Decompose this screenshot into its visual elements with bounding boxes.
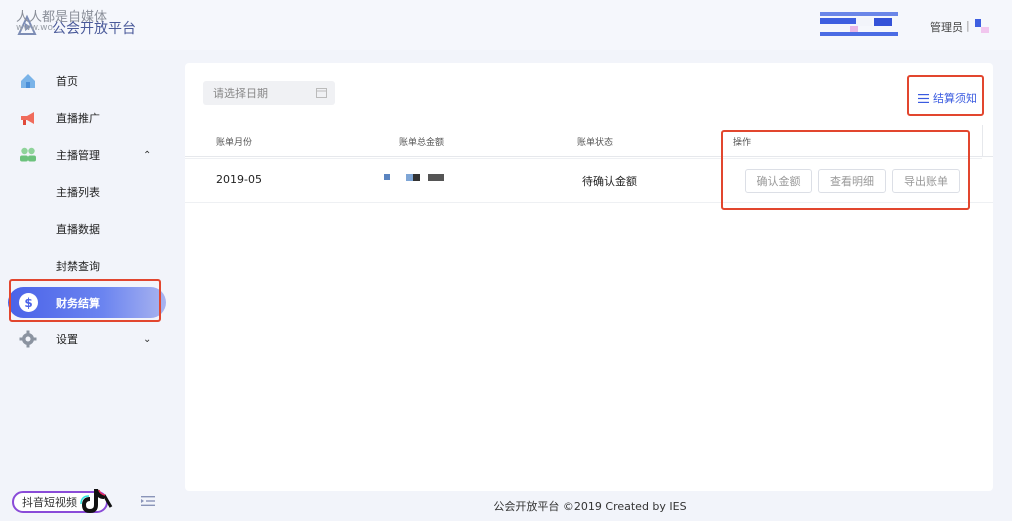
gear-icon	[19, 330, 37, 348]
cell-month: 2019-05	[216, 173, 262, 186]
sidebar-item-label: 设置	[56, 333, 78, 346]
date-picker[interactable]: 请选择日期	[203, 81, 335, 105]
admin-avatar[interactable]	[975, 19, 991, 35]
table-divider	[982, 125, 983, 157]
top-header: 人人都是自媒体 www.wo... 公会开放平台 管理员 |	[0, 0, 1012, 50]
admin-label[interactable]: 管理员	[930, 19, 963, 35]
chevron-down-icon: ⌄	[143, 333, 152, 345]
sidebar-item-ban-query[interactable]: 封禁查询	[56, 258, 100, 274]
platform-title: 公会开放平台	[52, 21, 136, 37]
redacted-amount	[384, 174, 444, 181]
sidebar-item-label: 首页	[56, 75, 78, 88]
sidebar-item-label: 主播管理	[56, 149, 100, 162]
highlight-box-notice	[907, 75, 984, 116]
admin-separator: |	[966, 19, 970, 32]
main-card: 请选择日期 结算须知 账单月份 账单总金额 账单状态 操作 2019-05 待确…	[185, 63, 993, 491]
sidebar-item-home[interactable]: 首页	[0, 66, 172, 96]
sidebar-item-settings[interactable]: 设置 ⌄	[0, 324, 172, 354]
sidebar-item-live-data[interactable]: 直播数据	[56, 221, 100, 237]
megaphone-icon	[19, 109, 37, 127]
sidebar-item-anchor-management[interactable]: 主播管理 ⌃	[0, 140, 172, 170]
date-picker-placeholder: 请选择日期	[213, 87, 268, 100]
page-footer: 公会开放平台 ©2019 Created by IES	[493, 500, 687, 513]
highlight-box-finance	[9, 279, 161, 322]
redacted-user-image	[820, 12, 898, 36]
sidebar-item-anchor-list[interactable]: 主播列表	[56, 184, 100, 200]
home-icon	[19, 72, 37, 90]
column-header-status: 账单状态	[577, 138, 614, 148]
cell-status: 待确认金额	[582, 175, 637, 188]
calendar-icon	[316, 88, 327, 98]
sidebar-item-label: 直播推广	[56, 112, 100, 125]
people-icon	[19, 146, 37, 164]
logo[interactable]: 人人都是自媒体 www.wo... 公会开放平台	[14, 6, 154, 42]
highlight-box-actions	[721, 130, 970, 210]
column-header-amount: 账单总金额	[399, 138, 445, 148]
sidebar-item-live-promotion[interactable]: 直播推广	[0, 103, 172, 133]
chevron-up-icon: ⌃	[143, 149, 152, 161]
column-header-month: 账单月份	[216, 138, 253, 148]
